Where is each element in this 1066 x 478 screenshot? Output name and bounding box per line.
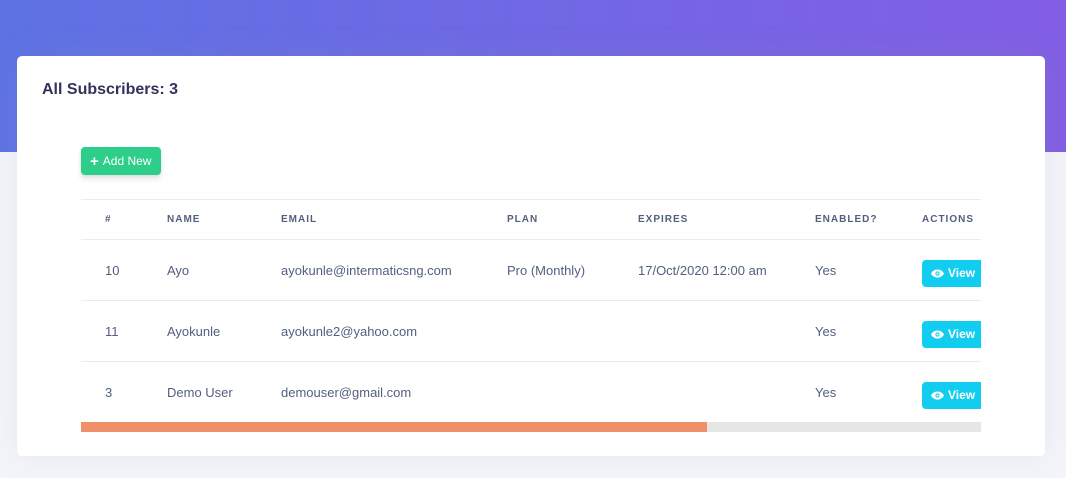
column-header-id: # xyxy=(81,199,167,240)
cell-actions: View xyxy=(922,239,981,301)
column-header-plan: PLAN xyxy=(507,199,638,240)
column-header-enabled: ENABLED? xyxy=(815,199,922,240)
cell-email: ayokunle@intermaticsng.com xyxy=(281,239,507,301)
table-header-row: # NAME EMAIL PLAN EXPIRES ENABLED? ACTIO… xyxy=(81,199,981,240)
subscribers-table-container: # NAME EMAIL PLAN EXPIRES ENABLED? ACTIO… xyxy=(81,199,981,432)
scrollbar-thumb[interactable] xyxy=(81,422,707,432)
cell-id: 11 xyxy=(81,300,167,362)
cell-actions: View xyxy=(922,362,981,423)
cell-email: demouser@gmail.com xyxy=(281,384,412,400)
cell-id: 3 xyxy=(105,384,113,400)
add-new-label: Add New xyxy=(102,154,152,168)
column-header-actions: ACTIONS xyxy=(922,199,981,240)
table-row: 11 Ayokunle ayokunle2@yahoo.com Yes View xyxy=(81,300,981,362)
eye-icon xyxy=(931,391,944,400)
cell-enabled: Yes xyxy=(815,384,837,400)
horizontal-scrollbar[interactable] xyxy=(81,422,981,432)
view-button[interactable]: View xyxy=(922,320,981,348)
cell-name: Ayokunle xyxy=(167,300,281,362)
column-header-name: NAME xyxy=(167,199,281,240)
cell-name: Ayo xyxy=(167,239,281,301)
cell-plan xyxy=(507,362,638,423)
eye-icon xyxy=(931,329,944,339)
view-button[interactable]: View xyxy=(922,381,981,409)
subscribers-card: All Subscribers: 3 + Add New # NAME EMAI… xyxy=(17,56,1045,456)
cell-name: Demo User xyxy=(167,384,233,400)
title-prefix: All Subscribers: xyxy=(42,81,165,98)
view-label: View xyxy=(948,327,976,341)
column-header-expires: EXPIRES xyxy=(638,199,815,240)
cell-enabled: Yes xyxy=(815,239,922,301)
table-row: 10 Ayo ayokunle@intermaticsng.com Pro (M… xyxy=(81,239,981,301)
cell-actions: View xyxy=(922,300,981,362)
cell-enabled: Yes xyxy=(815,300,922,362)
column-header-email: EMAIL xyxy=(281,199,507,240)
cell-email: ayokunle2@yahoo.com xyxy=(281,300,507,362)
subscriber-count: 3 xyxy=(169,81,179,98)
plus-icon: + xyxy=(90,152,99,170)
view-label: View xyxy=(948,388,976,403)
subscribers-table: # NAME EMAIL PLAN EXPIRES ENABLED? ACTIO… xyxy=(81,199,981,423)
view-label: View xyxy=(948,266,976,280)
cell-expires xyxy=(638,300,815,362)
cell-plan: Pro (Monthly) xyxy=(507,239,638,301)
eye-icon xyxy=(931,268,944,278)
cell-expires xyxy=(638,362,815,423)
cell-plan xyxy=(507,300,638,362)
add-new-button[interactable]: + Add New xyxy=(81,147,162,175)
cell-id: 10 xyxy=(81,239,167,301)
view-button[interactable]: View xyxy=(922,259,981,287)
page-title: All Subscribers: 3 xyxy=(42,81,178,99)
table-row: 3 Demo User demouser@gmail.com Yes View xyxy=(81,362,981,423)
cell-expires: 17/Oct/2020 12:00 am xyxy=(638,239,815,301)
